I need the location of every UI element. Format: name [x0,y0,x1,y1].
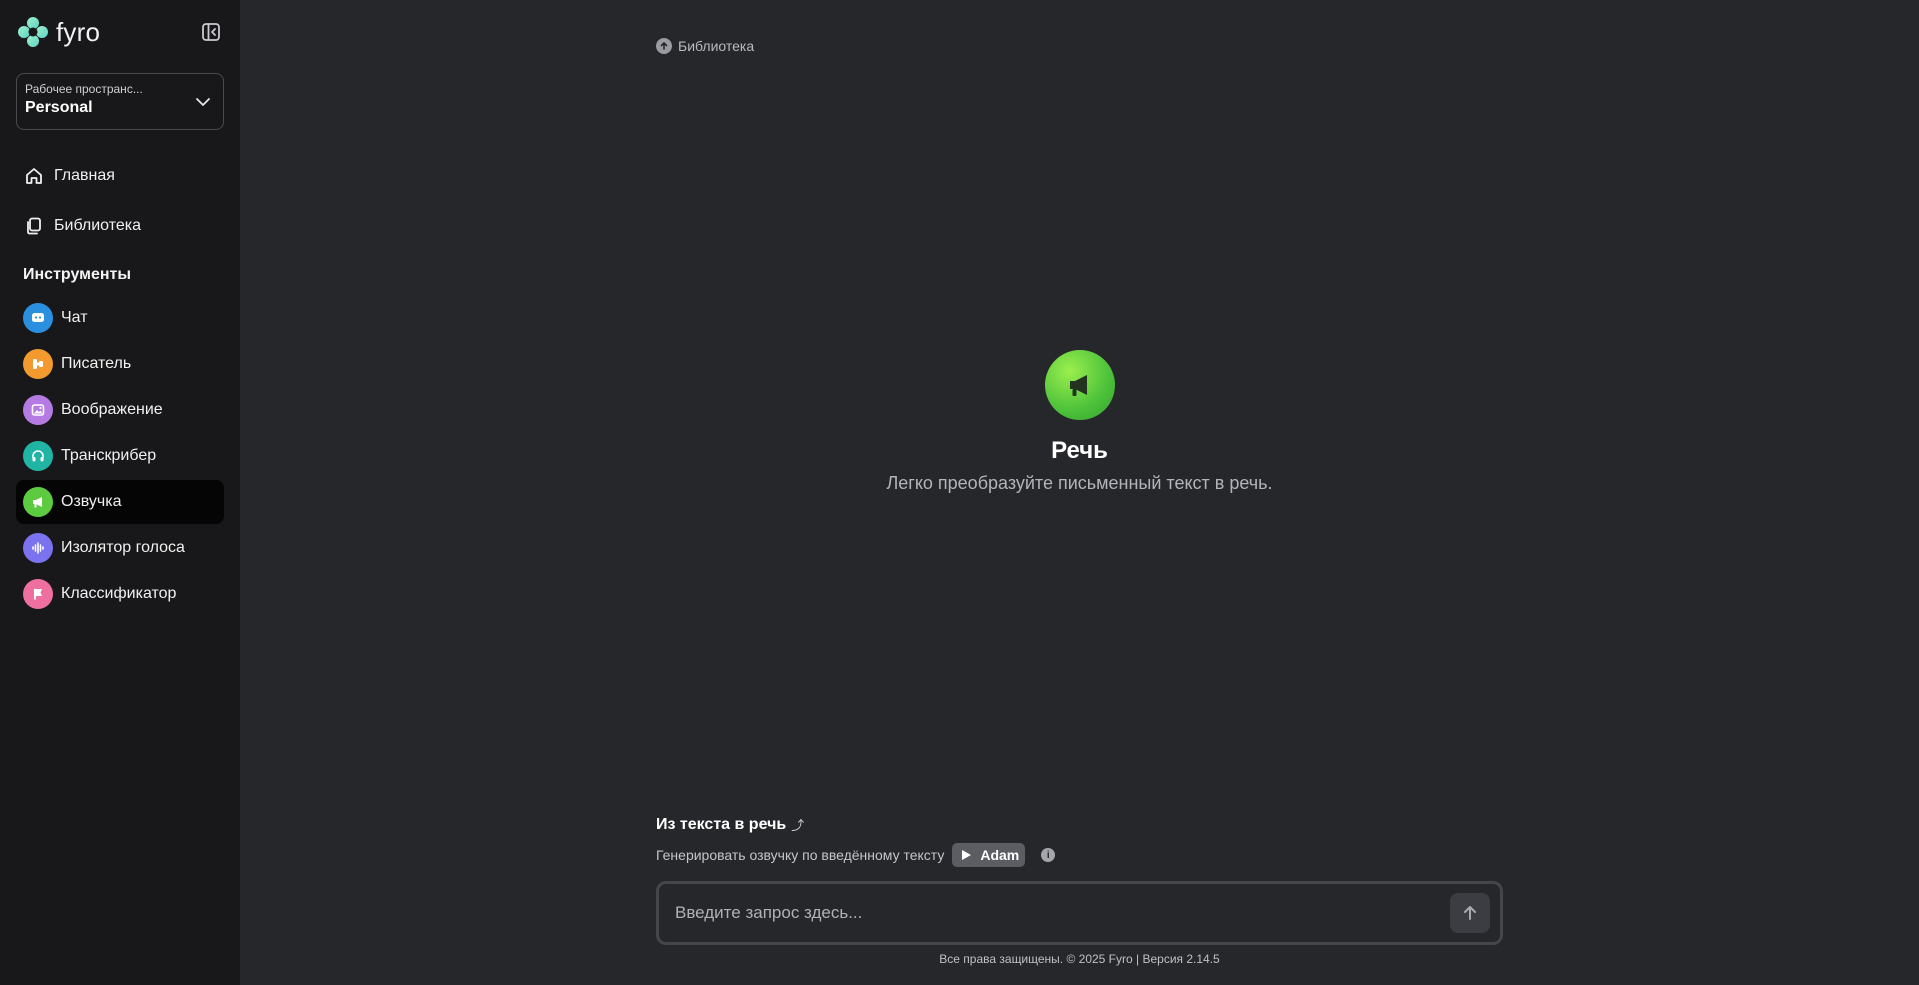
nav-item-label: Главная [54,167,115,184]
collapse-sidebar-button[interactable] [200,21,222,43]
composer-title-text: Из текста в речь [656,815,787,833]
send-button[interactable] [1450,893,1490,933]
tools-section-title: Инструменты [23,266,132,283]
megaphone-icon [1044,350,1115,420]
composer-title[interactable]: Из текста в речь ⤴ [656,815,1503,834]
info-icon[interactable]: i [1041,848,1056,862]
tool-item-label: Писатель [61,355,132,372]
image-icon [23,395,53,425]
library-icon [27,217,41,235]
breadcrumb-label: Библиотека [678,38,755,54]
tool-item-writer[interactable]: Писатель [16,342,224,386]
tool-item-classifier[interactable]: Классификатор [16,572,224,616]
page-subtitle: Легко преобразуйте письменный текст в ре… [886,473,1273,493]
logo[interactable]: fyro [16,15,100,49]
flag-icon [23,579,53,609]
sidebar-header: fyro [16,0,224,64]
play-icon [962,850,972,860]
tool-item-label: Изолятор голоса [61,539,185,556]
workspace-label: Рабочее пространс... [25,82,143,96]
writer-icon [23,349,53,379]
nav-item-label: Библиотека [54,217,141,234]
chevron-down-icon [196,98,210,106]
arrow-up-icon [1464,906,1476,920]
prompt-input[interactable] [675,903,1450,923]
tool-item-label: Транскрибер [61,447,157,464]
composer-subtitle-row: Генерировать озвучку по введённому текст… [656,843,1503,867]
sidebar-collapse-icon [202,23,220,41]
waveform-icon [23,533,53,563]
voice-select-button[interactable]: Adam [952,843,1026,867]
tool-item-transcriber[interactable]: Транскрибер [16,434,224,478]
main-nav: Главная Библиотека [16,156,224,246]
headphones-icon [23,441,53,471]
page-title: Речь [1051,437,1108,464]
tool-item-imagination[interactable]: Воображение [16,388,224,432]
tool-item-label: Озвучка [61,493,122,510]
home-icon [26,168,42,184]
composer-subtitle: Генерировать озвучку по введённому текст… [656,847,945,863]
tool-item-voiceover[interactable]: Озвучка [16,480,224,524]
breadcrumb-library-link[interactable]: Библиотека [656,38,754,54]
tool-item-voice-isolator[interactable]: Изолятор голоса [16,526,224,570]
chat-icon [23,303,53,333]
tools-list: Чат Писатель Воображение Транскрибер Озв… [16,296,224,616]
tool-item-chat[interactable]: Чат [16,296,224,340]
tool-item-label: Чат [61,309,88,326]
tool-item-label: Классификатор [61,585,177,602]
main-content: Библиотека Речь Легко преобразуйте письм… [240,0,1919,985]
external-arrow-icon: ⤴ [791,818,805,833]
prompt-input-box [656,881,1503,945]
prompt-composer: Из текста в речь ⤴ Генерировать озвучку … [656,815,1503,945]
workspace-select[interactable]: Рабочее пространс... Personal [16,73,224,130]
app-root: fyro Рабочее пространс... Personal Главн… [0,0,1919,985]
workspace-value: Personal [25,99,93,116]
fyro-logo-icon [18,17,48,47]
nav-item-home[interactable]: Главная [16,156,224,196]
tool-item-label: Воображение [61,401,163,418]
voice-name: Adam [980,847,1020,863]
brand-name: fyro [56,16,101,47]
footer-text: Все права защищены. © 2025 Fyro | Версия… [939,952,1220,966]
nav-item-library[interactable]: Библиотека [16,206,224,246]
tool-hero: Речь Легко преобразуйте письменный текст… [240,350,1919,494]
sidebar: fyro Рабочее пространс... Personal Главн… [0,0,240,985]
megaphone-icon [23,487,53,517]
arrow-up-icon [656,38,672,54]
